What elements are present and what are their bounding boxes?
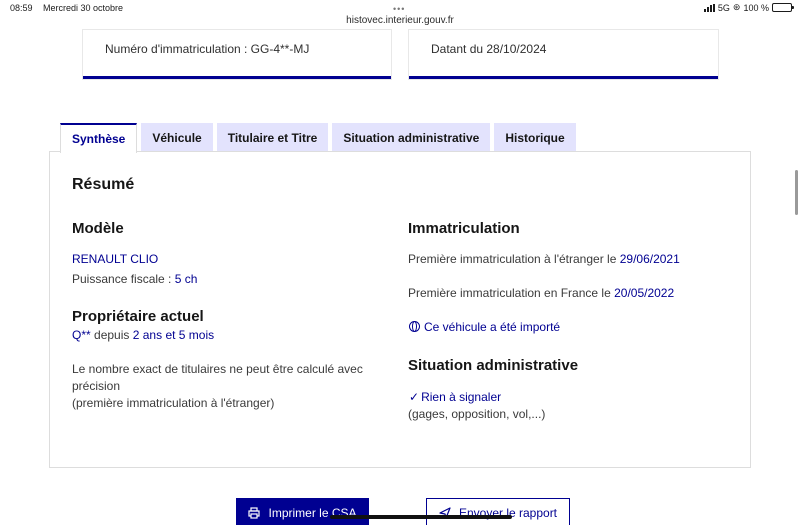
battery-icon [772, 3, 794, 12]
tab-synthese[interactable]: Synthèse [60, 123, 138, 153]
situation-heading: Situation administrative [408, 357, 579, 374]
first-france-label: Première immatriculation en France le [408, 286, 611, 300]
first-registration-abroad: Première immatriculation à l'étranger le… [408, 251, 680, 267]
printer-icon [248, 507, 261, 519]
status-indicators: 5G ⊛ 100 % [703, 2, 794, 13]
modele-heading: Modèle [72, 220, 124, 237]
owner-depuis: depuis [94, 328, 130, 342]
send-report-button[interactable]: Envoyer le rapport [426, 498, 570, 525]
scrollbar[interactable] [795, 170, 798, 215]
tab-historique[interactable]: Historique [494, 123, 576, 152]
tab-bar: Synthèse Véhicule Titulaire et Titre Sit… [60, 123, 576, 153]
check-icon: ✓ [409, 390, 420, 404]
owner-duration-value: 2 ans et 5 mois [132, 328, 215, 342]
puissance-fiscale: Puissance fiscale : 5 ch [72, 271, 197, 287]
address-bar-url[interactable]: histovec.interieur.gouv.fr [0, 15, 800, 26]
first-france-date: 20/05/2022 [614, 286, 675, 300]
proprietaire-heading: Propriétaire actuel [72, 308, 204, 325]
tab-overview-dots-icon[interactable]: ••• [393, 4, 405, 14]
home-indicator[interactable] [330, 515, 512, 519]
status-bar: 08:59 Mercredi 30 octobre ••• 5G ⊛ 100 % [0, 0, 800, 16]
puissance-value: 5 ch [174, 272, 198, 286]
model-name: RENAULT CLIO [72, 252, 159, 266]
first-abroad-label: Première immatriculation à l'étranger le [408, 252, 617, 266]
tab-titulaire[interactable]: Titulaire et Titre [216, 123, 329, 152]
puissance-label: Puissance fiscale : [72, 272, 172, 286]
battery-percent: 100 % [743, 2, 769, 13]
registration-number: Numéro d'immatriculation : GG-4**-MJ [105, 42, 310, 56]
registration-card: Numéro d'immatriculation : GG-4**-MJ [83, 30, 391, 79]
tab-vehicule[interactable]: Véhicule [141, 123, 213, 152]
immatriculation-heading: Immatriculation [408, 220, 520, 237]
first-abroad-date: 29/06/2021 [619, 252, 680, 266]
globe-icon [409, 321, 420, 332]
owner-count-note-3: (première immatriculation à l'étranger) [72, 396, 275, 410]
tab-situation[interactable]: Situation administrative [332, 123, 491, 152]
situation-status: ✓ Rien à signaler [409, 389, 501, 405]
situation-status-text: Rien à signaler [421, 390, 502, 404]
network-type: 5G [717, 2, 730, 13]
first-registration-france: Première immatriculation en France le 20… [408, 285, 674, 301]
owner-initial: Q** [72, 328, 91, 342]
print-csa-button[interactable]: Imprimer le CSA [236, 498, 369, 525]
summary-title: Résumé [72, 176, 135, 193]
situation-detail: (gages, opposition, vol,...) [408, 407, 546, 421]
status-time: 08:59 [10, 3, 33, 13]
status-date: Mercredi 30 octobre [43, 3, 124, 13]
cellular-signal-icon [703, 3, 715, 12]
owner-duration: Q** depuis 2 ans et 5 mois [72, 327, 214, 343]
imported-link[interactable]: Ce véhicule a été importé [409, 319, 560, 335]
owner-count-note-2: précision [72, 379, 121, 393]
imported-text: Ce véhicule a été importé [424, 320, 561, 334]
report-date: Datant du 28/10/2024 [431, 42, 547, 56]
report-date-card: Datant du 28/10/2024 [409, 30, 718, 79]
orientation-lock-icon: ⊛ [732, 2, 741, 12]
owner-count-note-1: Le nombre exact de titulaires ne peut êt… [72, 362, 363, 376]
